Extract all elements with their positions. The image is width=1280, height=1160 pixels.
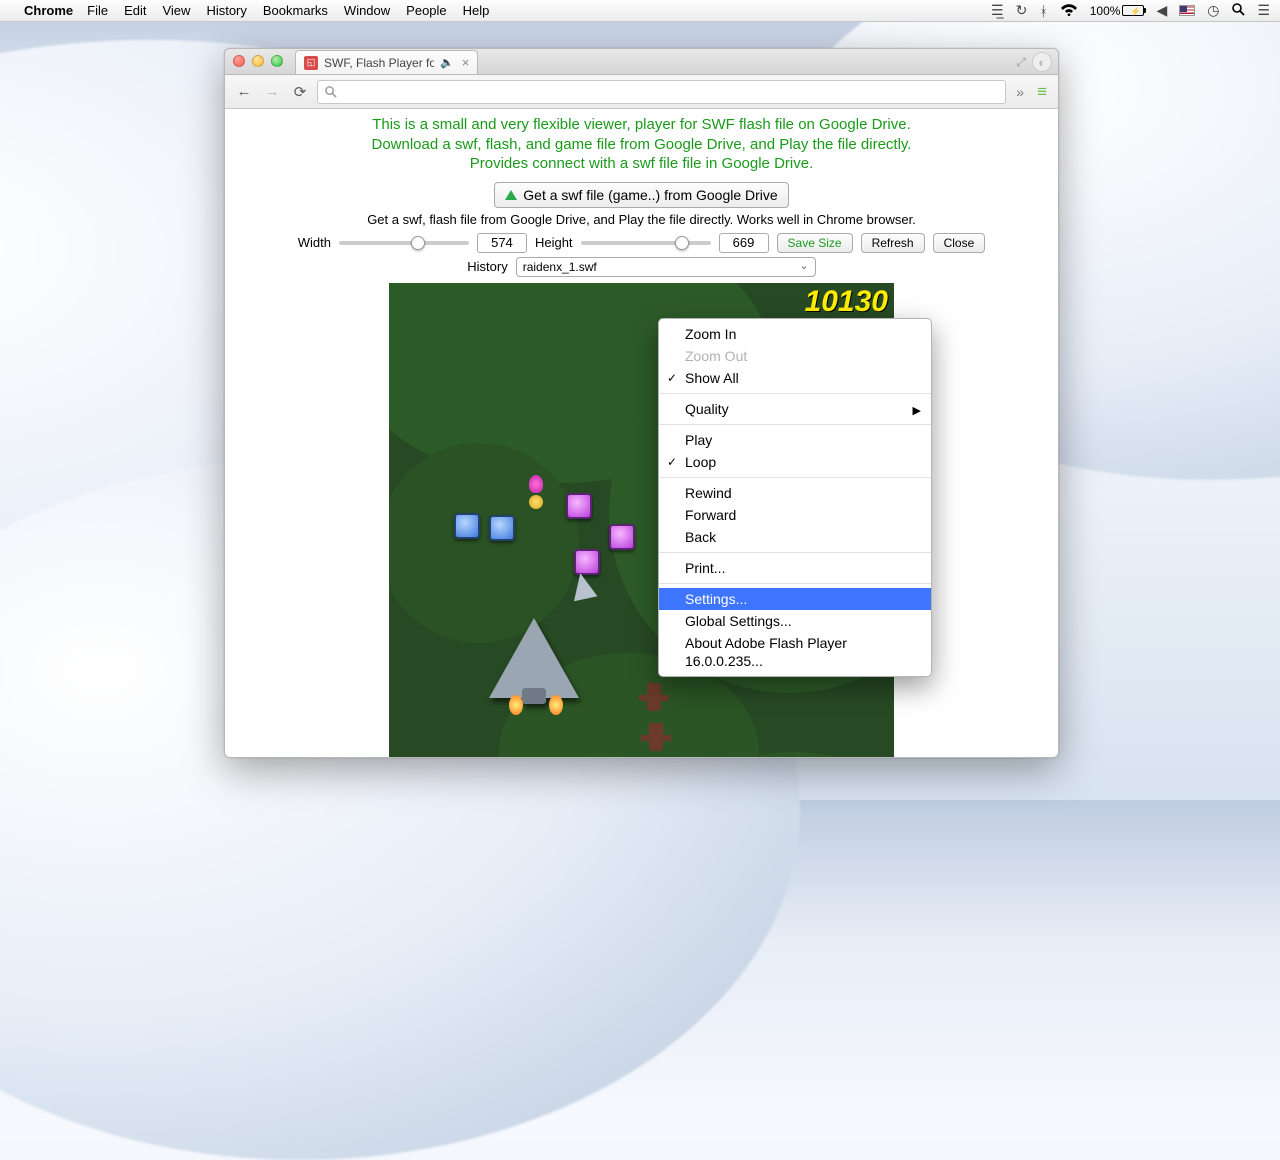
menu-help[interactable]: Help bbox=[463, 3, 490, 18]
ctx-global-settings[interactable]: Global Settings... bbox=[659, 610, 931, 632]
enemy-plane bbox=[639, 683, 669, 717]
menu-edit[interactable]: Edit bbox=[124, 3, 146, 18]
notification-icon[interactable]: ☰̲ bbox=[991, 2, 1004, 19]
player-fighter bbox=[489, 618, 579, 698]
chrome-toolbar: ← → ⟳ » ≡ bbox=[225, 75, 1058, 109]
ctx-forward[interactable]: Forward bbox=[659, 504, 931, 526]
small-ship bbox=[569, 570, 598, 600]
intro-line2: Download a swf, flash, and game file fro… bbox=[254, 135, 1029, 155]
ctx-settings[interactable]: Settings... bbox=[659, 588, 931, 610]
menu-history[interactable]: History bbox=[206, 3, 246, 18]
menu-file[interactable]: File bbox=[87, 3, 108, 18]
volume-back-icon[interactable]: ◀ bbox=[1156, 2, 1167, 19]
get-swf-button[interactable]: Get a swf file (game..) from Google Driv… bbox=[494, 182, 788, 208]
check-icon: ✓ bbox=[667, 453, 677, 471]
ctx-rewind[interactable]: Rewind bbox=[659, 482, 931, 504]
intro-line1: This is a small and very flexible viewer… bbox=[254, 115, 1029, 135]
menu-window[interactable]: Window bbox=[344, 3, 390, 18]
browser-tab[interactable]: ◱ SWF, Flash Player for Dr 🔈 × bbox=[295, 50, 478, 74]
battery-icon: ⚡ bbox=[1122, 5, 1144, 16]
history-select[interactable]: raidenx_1.swf bbox=[516, 257, 816, 277]
back-button[interactable]: ← bbox=[233, 81, 255, 103]
separator bbox=[659, 552, 931, 553]
ctx-play[interactable]: Play bbox=[659, 429, 931, 451]
reload-button[interactable]: ⟳ bbox=[289, 81, 311, 103]
mac-menubar: Chrome File Edit View History Bookmarks … bbox=[0, 0, 1280, 22]
menu-view[interactable]: View bbox=[162, 3, 190, 18]
window-zoom-button[interactable] bbox=[271, 55, 283, 67]
separator bbox=[659, 477, 931, 478]
ctx-back[interactable]: Back bbox=[659, 526, 931, 548]
profile-avatar[interactable]: ◐ bbox=[1032, 52, 1052, 72]
google-drive-icon bbox=[505, 190, 517, 200]
toolbar-overflow-icon[interactable]: » bbox=[1012, 84, 1028, 100]
flame bbox=[549, 695, 563, 715]
battery-status[interactable]: 100% ⚡ bbox=[1090, 4, 1145, 18]
intro-line3: Provides connect with a swf file file in… bbox=[254, 154, 1029, 174]
width-label: Width bbox=[298, 235, 331, 250]
ctx-quality[interactable]: Quality▶ bbox=[659, 398, 931, 420]
get-swf-label: Get a swf file (game..) from Google Driv… bbox=[523, 187, 777, 203]
window-minimize-button[interactable] bbox=[252, 55, 264, 67]
separator bbox=[659, 583, 931, 584]
spotlight-icon[interactable] bbox=[1231, 2, 1245, 19]
history-label: History bbox=[467, 259, 507, 274]
flame bbox=[509, 695, 523, 715]
enemy-plane bbox=[641, 723, 671, 757]
ctx-show-all[interactable]: ✓Show All bbox=[659, 367, 931, 389]
battery-percent: 100% bbox=[1090, 4, 1121, 18]
height-label: Height bbox=[535, 235, 573, 250]
clock-icon[interactable]: ◷ bbox=[1207, 2, 1219, 19]
gem bbox=[566, 493, 592, 519]
bluetooth-icon[interactable]: ᚼ bbox=[1039, 3, 1047, 19]
check-icon: ✓ bbox=[667, 369, 677, 387]
ctx-about[interactable]: About Adobe Flash Player 16.0.0.235... bbox=[659, 632, 931, 672]
close-button[interactable]: Close bbox=[933, 233, 986, 253]
menu-bookmarks[interactable]: Bookmarks bbox=[263, 3, 328, 18]
refresh-button[interactable]: Refresh bbox=[861, 233, 925, 253]
gem bbox=[574, 549, 600, 575]
timemachine-icon[interactable]: ↻ bbox=[1016, 2, 1028, 19]
gem bbox=[609, 524, 635, 550]
address-bar[interactable] bbox=[317, 80, 1006, 104]
gem bbox=[489, 515, 515, 541]
flash-context-menu: Zoom In Zoom Out ✓Show All Quality▶ Play… bbox=[658, 318, 932, 677]
powerup bbox=[529, 475, 543, 493]
chrome-window: ◱ SWF, Flash Player for Dr 🔈 × ⤢ ◐ ← → ⟳… bbox=[224, 48, 1059, 758]
separator bbox=[659, 424, 931, 425]
separator bbox=[659, 393, 931, 394]
submenu-arrow-icon: ▶ bbox=[913, 402, 921, 420]
forward-button[interactable]: → bbox=[261, 81, 283, 103]
coin bbox=[529, 495, 543, 509]
window-traffic-lights bbox=[233, 55, 283, 67]
game-score: 10130 bbox=[805, 285, 888, 319]
input-flag-icon[interactable] bbox=[1179, 5, 1195, 16]
window-fullscreen-icon[interactable]: ⤢ bbox=[1016, 55, 1026, 70]
save-size-button[interactable]: Save Size bbox=[777, 233, 853, 253]
tab-favicon: ◱ bbox=[304, 56, 318, 70]
ctx-loop[interactable]: ✓Loop bbox=[659, 451, 931, 473]
blurb-text: Get a swf, flash file from Google Drive,… bbox=[254, 212, 1029, 227]
tab-close-icon[interactable]: × bbox=[462, 55, 470, 70]
wifi-icon[interactable] bbox=[1060, 3, 1078, 19]
chrome-titlebar[interactable]: ◱ SWF, Flash Player for Dr 🔈 × ⤢ ◐ bbox=[225, 49, 1058, 75]
notification-center-icon[interactable]: ☰ bbox=[1257, 2, 1270, 19]
window-close-button[interactable] bbox=[233, 55, 245, 67]
menu-people[interactable]: People bbox=[406, 3, 446, 18]
tab-audio-icon[interactable]: 🔈 bbox=[440, 56, 454, 69]
page-viewport: This is a small and very flexible viewer… bbox=[225, 109, 1058, 757]
ctx-print[interactable]: Print... bbox=[659, 557, 931, 579]
width-input[interactable] bbox=[477, 233, 527, 253]
menubar-app-name[interactable]: Chrome bbox=[24, 3, 73, 18]
height-input[interactable] bbox=[719, 233, 769, 253]
ctx-zoom-in[interactable]: Zoom In bbox=[659, 323, 931, 345]
ctx-zoom-out: Zoom Out bbox=[659, 345, 931, 367]
search-icon bbox=[324, 85, 337, 98]
height-slider[interactable] bbox=[581, 241, 711, 245]
history-value: raidenx_1.swf bbox=[523, 260, 597, 274]
chrome-menu-icon[interactable]: ≡ bbox=[1034, 82, 1050, 102]
tab-title: SWF, Flash Player for Dr bbox=[324, 56, 434, 70]
width-slider[interactable] bbox=[339, 241, 469, 245]
gem bbox=[454, 513, 480, 539]
